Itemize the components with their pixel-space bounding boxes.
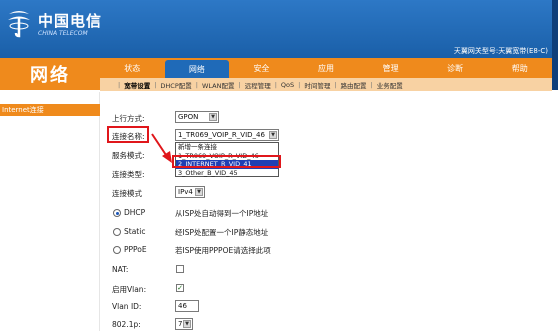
tab-diagnostics[interactable]: 诊断 [423,58,488,78]
subnav-separator: | [195,80,198,89]
highlight-box [172,155,281,168]
top-header: 中国电信 CHINA TELECOM 天翼网关型号:天翼宽带(E8-C) [0,0,558,58]
dropdown-option[interactable]: 3_Other_B_VID_45 [176,169,278,178]
conn-name-select[interactable]: 1_TR069_VOIP_R_VID_46 ▼ [175,129,279,141]
subnav-dhcp[interactable]: DHCP配置 [160,80,191,90]
dhcp-label: DHCP [124,208,146,217]
connection-form [100,92,552,331]
conn-name-value: 1_TR069_VOIP_R_VID_46 [178,131,265,139]
header-edge [552,0,558,58]
subnav-separator: | [334,80,337,89]
subnav-service[interactable]: 业务配置 [377,80,403,90]
highlight-box [107,126,149,143]
subnav-separator: | [298,80,301,89]
brand-name: 中国电信 [38,12,103,30]
uplink-value: GPON [178,113,199,121]
section-title: 网络 [30,65,70,86]
sidebar: Internet连接 [0,92,100,331]
enable-vlan-checkbox[interactable]: ✓ [176,284,184,292]
nav-edge [552,58,558,90]
uplink-select[interactable]: GPON ▼ [175,111,219,123]
enable-vlan-label: 启用Vlan: [112,285,147,294]
subnav-separator: | [274,80,277,89]
pppoe-label: PPPoE [124,245,147,254]
pppoe-radio[interactable] [113,246,121,254]
tab-help[interactable]: 帮助 [487,58,552,78]
subnav-separator: | [370,80,373,89]
tab-security[interactable]: 安全 [229,58,294,78]
static-desc: 经ISP处配置一个IP静态地址 [175,228,269,237]
conn-mode-value: IPv4 [178,188,193,196]
subnav-qos[interactable]: QoS [281,81,294,89]
static-label: Static [124,227,146,236]
chevron-down-icon: ▼ [269,131,277,139]
brand-logo: 中国电信 CHINA TELECOM [4,4,124,48]
brand-sub: CHINA TELECOM [38,30,88,37]
model-info: 天翼网关型号:天翼宽带(E8-C) [453,47,548,55]
subnav-separator: | [118,80,121,89]
subnav-separator: | [154,80,157,89]
chevron-down-icon: ▼ [195,188,203,196]
tab-status[interactable]: 状态 [100,58,165,78]
vlan-id-value: 46 [178,302,187,310]
telecom-logo-icon [8,11,30,38]
tab-network[interactable]: 网络 [164,60,230,78]
static-radio[interactable] [113,228,121,236]
p8021-label: 802.1p: [112,320,141,329]
top-nav: 状态 网络 安全 应用 管理 诊断 帮助 [100,58,552,78]
subnav-time[interactable]: 时间管理 [304,80,330,90]
vlan-id-input[interactable]: 46 [175,300,199,312]
sidebar-item-internet[interactable]: Internet连接 [0,104,100,116]
p8021-select[interactable]: 7 ▼ [175,318,193,330]
subnav-separator: | [238,80,241,89]
service-label: 服务模式: [112,151,145,160]
tab-management[interactable]: 管理 [358,58,423,78]
conn-mode-select[interactable]: IPv4 ▼ [175,186,205,198]
subnav-wlan[interactable]: WLAN配置 [202,80,235,90]
subnav-route[interactable]: 路由配置 [341,80,367,90]
subnav-broadband[interactable]: 宽带设置 [124,80,150,90]
p8021-value: 7 [178,320,183,328]
tab-application[interactable]: 应用 [294,58,359,78]
nat-checkbox[interactable] [176,265,184,273]
dhcp-desc: 从ISP处自动得到一个IP地址 [175,209,269,218]
conn-mode-label: 连接模式 [112,189,142,198]
chevron-down-icon: ▼ [209,113,217,121]
subnav-remote[interactable]: 远程管理 [245,80,271,90]
dropdown-option[interactable]: 新增一条连接 [176,143,278,152]
dhcp-radio[interactable] [113,209,121,217]
sub-nav: | 宽带设置 | DHCP配置 | WLAN配置 | 远程管理 | QoS | … [100,78,552,91]
vlan-id-label: Vlan ID: [112,302,142,311]
conn-type-label: 连接类型: [112,170,145,179]
uplink-label: 上行方式: [112,114,145,123]
nat-label: NAT: [112,265,129,274]
section-block: 网络 [0,58,100,90]
pppoe-desc: 若ISP使用PPPOE请选择此项 [175,246,271,255]
chevron-down-icon: ▼ [183,320,191,328]
